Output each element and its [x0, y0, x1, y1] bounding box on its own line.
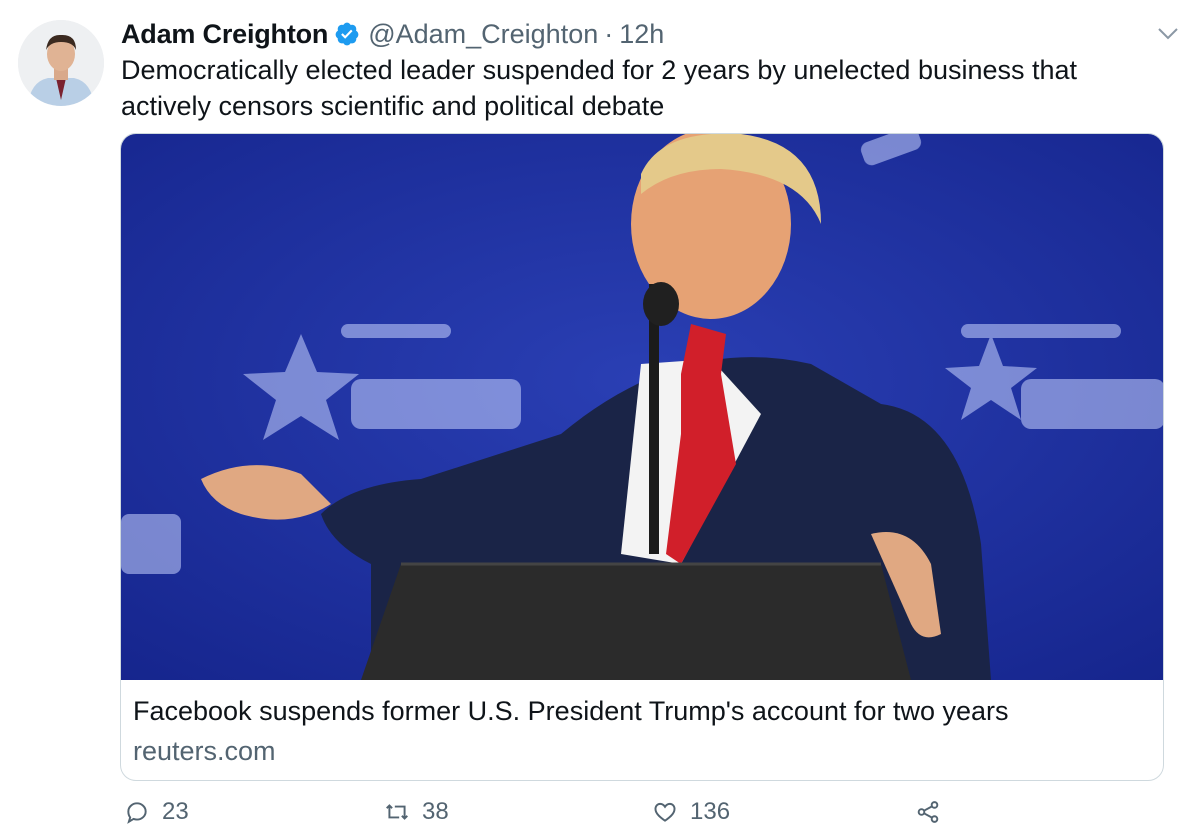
card-photo — [121, 134, 1163, 680]
card-title: Facebook suspends former U.S. President … — [133, 696, 1009, 726]
reply-count: 23 — [162, 798, 189, 825]
avatar-image — [18, 20, 104, 106]
link-card[interactable]: Facebook suspends former U.S. President … — [120, 133, 1164, 781]
avatar[interactable] — [18, 20, 104, 106]
tweet-text: Democratically elected leader suspended … — [121, 55, 1078, 121]
heart-icon — [654, 802, 676, 822]
author-handle[interactable]: @Adam_Creighton — [368, 19, 598, 50]
chevron-down-icon[interactable] — [1156, 24, 1180, 44]
like-button[interactable]: 136 — [652, 794, 730, 830]
card-domain: reuters.com — [133, 736, 276, 766]
retweet-count: 38 — [422, 798, 449, 825]
tweet-timestamp[interactable]: 12h — [619, 19, 664, 50]
reply-button[interactable]: 23 — [124, 794, 189, 830]
retweet-button[interactable]: 38 — [384, 794, 449, 830]
tweet-header: Adam Creighton @Adam_Creighton · 12h — [121, 16, 664, 52]
reply-icon — [127, 802, 147, 824]
author-name[interactable]: Adam Creighton — [121, 19, 328, 50]
retweet-icon — [386, 804, 408, 820]
share-button[interactable] — [915, 794, 953, 830]
like-count: 136 — [690, 798, 731, 825]
share-icon — [917, 801, 939, 823]
separator-dot: · — [604, 18, 614, 49]
tweet-actions: 23 38 136 — [0, 794, 1199, 834]
verified-badge-icon — [334, 21, 360, 47]
